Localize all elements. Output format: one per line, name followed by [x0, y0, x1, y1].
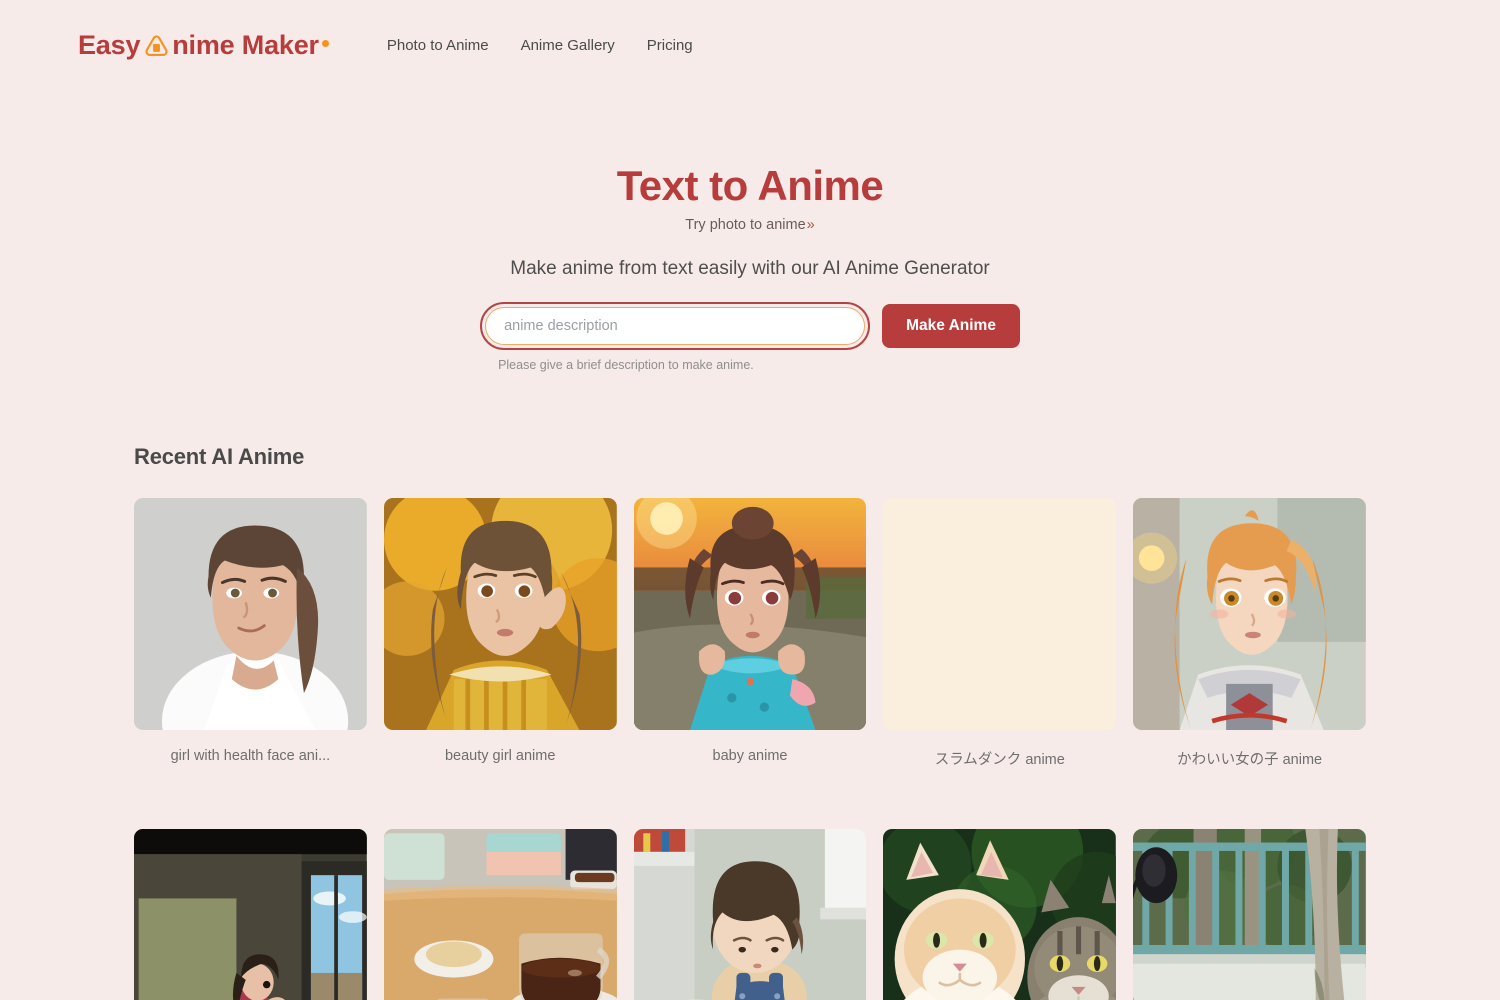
nav-item-anime-gallery[interactable]: Anime Gallery: [521, 37, 615, 54]
input-focus-ring: [480, 302, 871, 351]
gallery-grid-row-2: [134, 829, 1366, 1000]
thumbnail-fence-tree-yard[interactable]: [1133, 829, 1366, 1000]
gallery-card-caption: girl with health face ani...: [170, 748, 331, 765]
gallery-card[interactable]: [1133, 829, 1366, 1000]
gallery-card[interactable]: [134, 829, 367, 1000]
gallery-heading: Recent AI Anime: [134, 444, 305, 470]
double-chevron-right-icon: »: [806, 217, 815, 234]
logo-text-after: nime Maker: [172, 29, 319, 60]
recent-gallery-section: Recent AI Anime girl with health face an…: [0, 444, 1500, 1000]
hero-tagline: Make anime from text easily with our AI …: [510, 258, 990, 280]
gallery-card[interactable]: [883, 829, 1117, 1000]
thumbnail-placeholder-blank[interactable]: [883, 498, 1117, 731]
description-input-wrap: Please give a brief description to make …: [480, 302, 871, 373]
gallery-card-caption: かわいい女の子 anime: [1177, 752, 1323, 769]
generate-form: Please give a brief description to make …: [0, 302, 1500, 372]
logo-text-before: Easy: [78, 29, 141, 60]
try-photo-to-anime-link[interactable]: Try photo to anime»: [685, 217, 814, 233]
gallery-card-caption: baby anime: [712, 748, 788, 765]
onigiri-icon: [144, 34, 169, 59]
thumbnail-sunset-girl-bun[interactable]: [633, 498, 867, 731]
gallery-card-caption: beauty girl anime: [444, 748, 556, 765]
try-link-label: Try photo to anime: [685, 217, 806, 234]
dot-icon: [321, 39, 329, 47]
nav-item-photo-to-anime[interactable]: Photo to Anime: [387, 37, 489, 54]
thumbnail-toddler-reading-book[interactable]: [633, 829, 867, 1000]
gallery-card[interactable]: girl with health face ani...: [134, 498, 367, 769]
gallery-card[interactable]: [383, 829, 617, 1000]
gallery-card[interactable]: baby anime: [633, 498, 867, 769]
gallery-card-caption: スラムダンク anime: [934, 752, 1065, 769]
thumbnail-golden-autumn-girl[interactable]: [383, 498, 617, 731]
site-header: Easy nime Maker Photo to Anime Anime Gal…: [0, 0, 1500, 90]
main-nav: Photo to Anime Anime Gallery Pricing: [387, 37, 693, 54]
thumbnail-orange-hair-girl[interactable]: [1133, 498, 1366, 731]
gallery-card[interactable]: [633, 829, 867, 1000]
hero-section: Text to Anime Try photo to anime» Make a…: [0, 162, 1500, 372]
thumbnail-room-window-girl[interactable]: [134, 829, 367, 1000]
gallery-card[interactable]: beauty girl anime: [383, 498, 617, 769]
gallery-grid-row-1: girl with health face ani... beauty girl…: [134, 498, 1366, 769]
input-hint: Please give a brief description to make …: [498, 358, 754, 373]
nav-item-pricing[interactable]: Pricing: [647, 37, 693, 54]
gallery-card[interactable]: かわいい女の子 anime: [1133, 498, 1366, 769]
make-anime-button[interactable]: Make Anime: [882, 304, 1020, 349]
gallery-card[interactable]: スラムダンク anime: [883, 498, 1117, 769]
thumbnail-two-cats-garden[interactable]: [883, 829, 1117, 1000]
thumbnail-portrait-brunette-white-top[interactable]: [134, 498, 367, 731]
site-logo[interactable]: Easy nime Maker: [78, 30, 329, 61]
page-title: Text to Anime: [616, 162, 884, 209]
anime-description-input[interactable]: [485, 307, 866, 346]
thumbnail-coffee-table-still-life[interactable]: [383, 829, 617, 1000]
